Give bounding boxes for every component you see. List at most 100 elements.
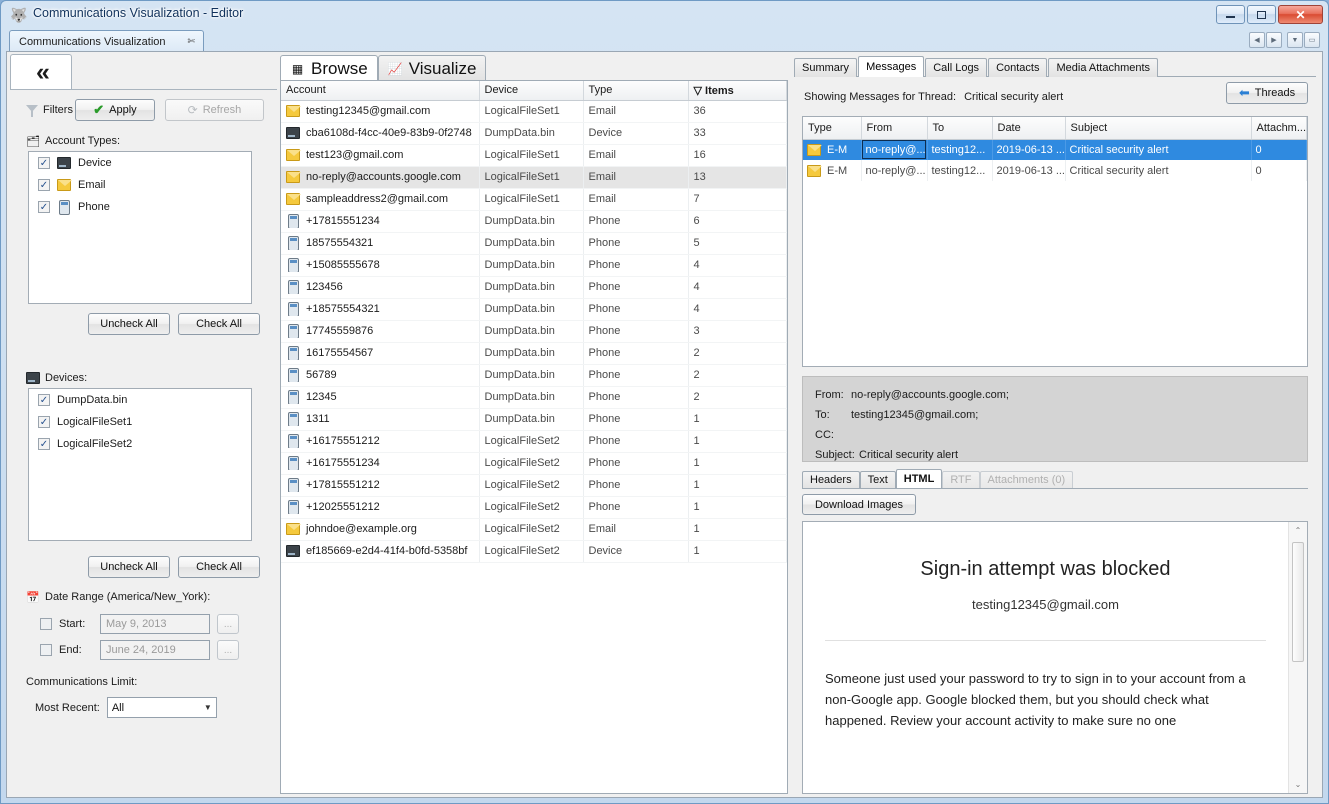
column-header-items[interactable]: ▽ Items bbox=[688, 81, 787, 100]
tab-messages[interactable]: Messages bbox=[858, 56, 924, 77]
device-item-logicalfileset2[interactable]: ✓ LogicalFileSet2 bbox=[29, 433, 251, 455]
table-row[interactable]: 123456DumpData.binPhone4 bbox=[281, 276, 787, 298]
column-header-type[interactable]: Type bbox=[583, 81, 688, 100]
cell-items: 4 bbox=[688, 254, 787, 276]
column-header-to[interactable]: To bbox=[927, 117, 992, 139]
account-types-check-all-button[interactable]: Check All bbox=[178, 313, 260, 335]
tab-scroll-left-icon[interactable]: ◀ bbox=[1249, 32, 1265, 48]
date-start-row: Start: May 9, 2013 ... bbox=[40, 614, 239, 634]
most-recent-row: Most Recent: All ▼ bbox=[35, 697, 217, 718]
tab-html[interactable]: HTML bbox=[896, 469, 943, 488]
threads-button[interactable]: ⬅ Threads bbox=[1226, 82, 1308, 104]
tab-contacts[interactable]: Contacts bbox=[988, 58, 1047, 77]
column-header-from[interactable]: From bbox=[861, 117, 927, 139]
table-row[interactable]: 18575554321DumpData.binPhone5 bbox=[281, 232, 787, 254]
message-row[interactable]: E-Mno-reply@...testing12...2019-06-13 ..… bbox=[803, 139, 1307, 160]
start-date-field[interactable]: May 9, 2013 bbox=[100, 614, 210, 634]
table-row[interactable]: cba6108d-f4cc-40e9-83b9-0f2748DumpData.b… bbox=[281, 122, 787, 144]
column-header-subject[interactable]: Subject bbox=[1065, 117, 1251, 139]
tab-call-logs[interactable]: Call Logs bbox=[925, 58, 987, 77]
end-date-browse-button[interactable]: ... bbox=[217, 640, 239, 660]
table-row[interactable]: 56789DumpData.binPhone2 bbox=[281, 364, 787, 386]
message-row[interactable]: E-Mno-reply@...testing12...2019-06-13 ..… bbox=[803, 160, 1307, 181]
chevron-down-icon[interactable]: ▼ bbox=[1287, 32, 1303, 48]
checkbox-email[interactable]: ✓ bbox=[38, 179, 50, 191]
column-header-account[interactable]: Account bbox=[281, 81, 479, 100]
cell-account: ef185669-e2d4-41f4-b0fd-5358bf bbox=[281, 540, 479, 562]
account-types-uncheck-all-button[interactable]: Uncheck All bbox=[88, 313, 170, 335]
table-row[interactable]: +17815551212LogicalFileSet2Phone1 bbox=[281, 474, 787, 496]
checkbox-dumpdata[interactable]: ✓ bbox=[38, 394, 50, 406]
cell-device: DumpData.bin bbox=[479, 342, 583, 364]
close-button[interactable]: ✕ bbox=[1278, 5, 1323, 24]
table-row[interactable]: 12345DumpData.binPhone2 bbox=[281, 386, 787, 408]
cell-type: Phone bbox=[583, 232, 688, 254]
document-tab[interactable]: Communications Visualization ✄ bbox=[9, 30, 204, 52]
account-type-item-device[interactable]: ✓ Device bbox=[29, 152, 251, 174]
start-date-browse-button[interactable]: ... bbox=[217, 614, 239, 634]
table-row[interactable]: test123@gmail.comLogicalFileSet1Email16 bbox=[281, 144, 787, 166]
table-row[interactable]: +15085555678DumpData.binPhone4 bbox=[281, 254, 787, 276]
tab-text[interactable]: Text bbox=[860, 471, 896, 488]
checkbox-logicalfileset1[interactable]: ✓ bbox=[38, 416, 50, 428]
table-row[interactable]: johndoe@example.orgLogicalFileSet2Email1 bbox=[281, 518, 787, 540]
device-item-logicalfileset1[interactable]: ✓ LogicalFileSet1 bbox=[29, 411, 251, 433]
cell-date: 2019-06-13 ... bbox=[992, 160, 1065, 181]
account-types-list[interactable]: ✓ Device ✓ Email ✓ Phone bbox=[28, 151, 252, 304]
table-row[interactable]: no-reply@accounts.google.comLogicalFileS… bbox=[281, 166, 787, 188]
table-row[interactable]: 17745559876DumpData.binPhone3 bbox=[281, 320, 787, 342]
checkbox-logicalfileset2[interactable]: ✓ bbox=[38, 438, 50, 450]
apply-button[interactable]: ✔ Apply bbox=[75, 99, 155, 121]
minimize-button[interactable] bbox=[1216, 5, 1245, 24]
refresh-button[interactable]: ⟳ Refresh bbox=[165, 99, 264, 121]
table-row[interactable]: sampleaddress2@gmail.comLogicalFileSet1E… bbox=[281, 188, 787, 210]
column-header-attachments[interactable]: Attachm... bbox=[1251, 117, 1307, 139]
collapse-panel-button[interactable]: « bbox=[10, 54, 72, 89]
table-row[interactable]: 16175554567DumpData.binPhone2 bbox=[281, 342, 787, 364]
table-row[interactable]: +12025551212LogicalFileSet2Phone1 bbox=[281, 496, 787, 518]
table-row[interactable]: +17815551234DumpData.binPhone6 bbox=[281, 210, 787, 232]
table-row[interactable]: +16175551234LogicalFileSet2Phone1 bbox=[281, 452, 787, 474]
checkbox-device[interactable]: ✓ bbox=[38, 157, 50, 169]
table-row[interactable]: +16175551212LogicalFileSet2Phone1 bbox=[281, 430, 787, 452]
end-date-field[interactable]: June 24, 2019 bbox=[100, 640, 210, 660]
most-recent-select[interactable]: All ▼ bbox=[107, 697, 217, 718]
cell-items: 13 bbox=[688, 166, 787, 188]
checkbox-phone[interactable]: ✓ bbox=[38, 201, 50, 213]
scroll-up-icon[interactable]: ⌃ bbox=[1289, 522, 1307, 539]
cell-subject: Critical security alert bbox=[1065, 160, 1251, 181]
checkbox-end-date[interactable] bbox=[40, 644, 52, 656]
tab-media-attachments[interactable]: Media Attachments bbox=[1048, 58, 1158, 77]
scroll-down-icon[interactable]: ⌄ bbox=[1289, 776, 1307, 793]
account-type-item-phone[interactable]: ✓ Phone bbox=[29, 196, 251, 218]
cell-type: Phone bbox=[583, 342, 688, 364]
close-icon[interactable]: ✄ bbox=[188, 36, 196, 47]
table-row[interactable]: +18575554321DumpData.binPhone4 bbox=[281, 298, 787, 320]
message-header-box: From: no-reply@accounts.google.com; To: … bbox=[802, 376, 1308, 462]
download-images-button[interactable]: Download Images bbox=[802, 494, 916, 515]
maximize-button[interactable] bbox=[1247, 5, 1276, 24]
tab-scroll-right-icon[interactable]: ▶ bbox=[1266, 32, 1282, 48]
column-header-type[interactable]: Type bbox=[803, 117, 861, 139]
devices-check-all-button[interactable]: Check All bbox=[178, 556, 260, 578]
account-type-item-email[interactable]: ✓ Email bbox=[29, 174, 251, 196]
table-row[interactable]: 1311DumpData.binPhone1 bbox=[281, 408, 787, 430]
tab-browse[interactable]: ▦ Browse bbox=[280, 55, 378, 81]
tab-rtf: RTF bbox=[942, 471, 979, 488]
checkbox-start-date[interactable] bbox=[40, 618, 52, 630]
device-item-dumpdata[interactable]: ✓ DumpData.bin bbox=[29, 389, 251, 411]
restore-tab-icon[interactable]: ▭ bbox=[1304, 32, 1320, 48]
account-text: testing12345@gmail.com bbox=[306, 105, 430, 117]
preview-scrollbar[interactable]: ⌃ ⌄ bbox=[1288, 522, 1307, 793]
column-header-date[interactable]: Date bbox=[992, 117, 1065, 139]
scrollbar-thumb[interactable] bbox=[1292, 542, 1304, 662]
devices-list[interactable]: ✓ DumpData.bin ✓ LogicalFileSet1 ✓ Logic… bbox=[28, 388, 252, 541]
table-row[interactable]: testing12345@gmail.comLogicalFileSet1Ema… bbox=[281, 100, 787, 122]
tab-visualize[interactable]: 📈 Visualize bbox=[378, 55, 487, 81]
column-header-device[interactable]: Device bbox=[479, 81, 583, 100]
table-row[interactable]: ef185669-e2d4-41f4-b0fd-5358bfLogicalFil… bbox=[281, 540, 787, 562]
tab-summary[interactable]: Summary bbox=[794, 58, 857, 77]
tab-headers[interactable]: Headers bbox=[802, 471, 860, 488]
account-text: 17745559876 bbox=[306, 325, 373, 337]
devices-uncheck-all-button[interactable]: Uncheck All bbox=[88, 556, 170, 578]
